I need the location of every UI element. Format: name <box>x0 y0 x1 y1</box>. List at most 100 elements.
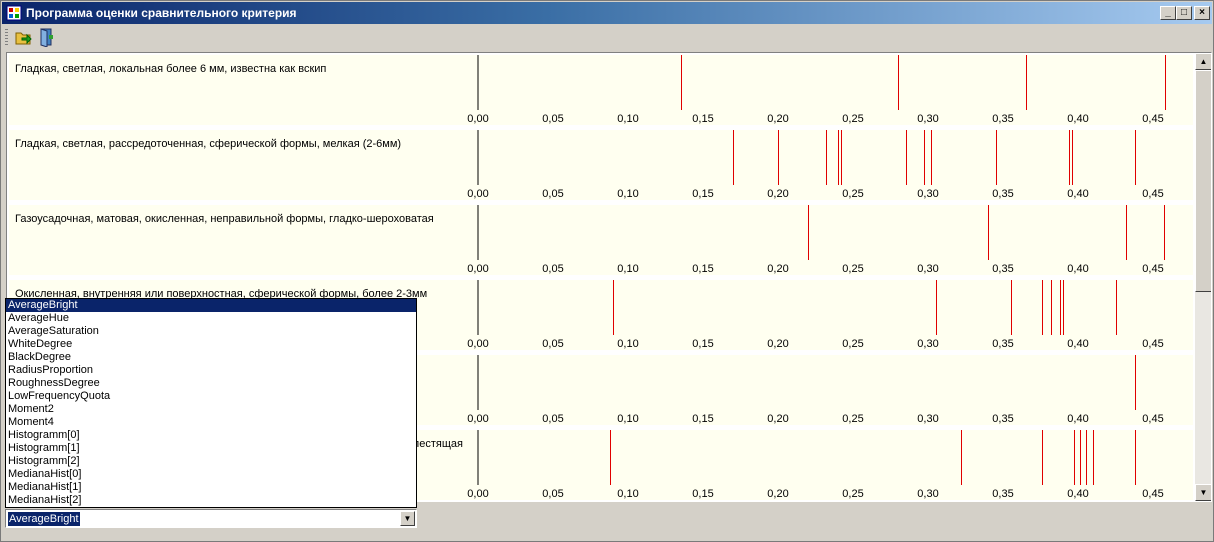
criterion-row[interactable]: Гладкая, светлая, локальная более 6 мм, … <box>9 55 1193 125</box>
axis-tick-label: 0,35 <box>992 338 1013 350</box>
axis-tick-label: 0,00 <box>467 413 488 425</box>
toolbar-grip[interactable] <box>5 29 8 45</box>
axis-tick-label: 0,30 <box>917 413 938 425</box>
axis-tick-label: 0,20 <box>767 413 788 425</box>
scroll-up-button[interactable]: ▲ <box>1195 53 1211 70</box>
feature-combobox[interactable]: AverageBright ▼ <box>5 509 417 528</box>
axis-tick-label: 0,10 <box>617 113 638 125</box>
axis-tick-label: 0,35 <box>992 413 1013 425</box>
dropdown-option[interactable]: Moment2 <box>6 403 416 416</box>
axis-tick-label: 0,40 <box>1067 338 1088 350</box>
exit-door-icon <box>40 28 53 48</box>
axis-tick-label: 0,25 <box>842 413 863 425</box>
axis-tick-label: 0,05 <box>542 188 563 200</box>
axis-tick-label: 0,20 <box>767 188 788 200</box>
dropdown-option[interactable]: MedianaHist[2] <box>6 494 416 507</box>
axis-tick-label: 0,45 <box>1142 488 1163 500</box>
combobox-dropdown-button[interactable]: ▼ <box>400 511 415 526</box>
axis-tick-label: 0,35 <box>992 488 1013 500</box>
axis-tick-label: 0,45 <box>1142 338 1163 350</box>
axis-tick-label: 0,00 <box>467 188 488 200</box>
axis-tick-label: 0,25 <box>842 263 863 275</box>
axis-tick-label: 0,40 <box>1067 413 1088 425</box>
close-button[interactable]: × <box>1194 6 1210 20</box>
dropdown-option[interactable]: AverageBright <box>6 299 416 312</box>
axis-tick-label: 0,15 <box>692 338 713 350</box>
axis-tick-label: 0,25 <box>842 338 863 350</box>
toolbar <box>2 25 1212 49</box>
axis-tick-label: 0,10 <box>617 263 638 275</box>
open-file-icon <box>15 32 32 45</box>
axis-tick-label: 0,40 <box>1067 188 1088 200</box>
axis-tick-label: 0,00 <box>467 263 488 275</box>
dropdown-option[interactable]: LowFrequencyQuota <box>6 390 416 403</box>
criterion-row[interactable]: Газоусадочная, матовая, окисленная, непр… <box>9 205 1193 275</box>
axis-tick-label: 0,45 <box>1142 413 1163 425</box>
axis-tick-label: 0,40 <box>1067 263 1088 275</box>
axis-tick-label: 0,05 <box>542 488 563 500</box>
axis-tick-label: 0,25 <box>842 188 863 200</box>
axis-tick-label: 0,20 <box>767 338 788 350</box>
main-window: Программа оценки сравнительного критерия… <box>0 0 1214 542</box>
app-icon <box>6 5 22 21</box>
axis-tick-label: 0,10 <box>617 488 638 500</box>
dropdown-option[interactable]: RadiusProportion <box>6 364 416 377</box>
title-bar[interactable]: Программа оценки сравнительного критерия… <box>2 2 1212 24</box>
axis-tick-label: 0,10 <box>617 413 638 425</box>
dropdown-option[interactable]: RoughnessDegree <box>6 377 416 390</box>
axis-tick-label: 0,05 <box>542 338 563 350</box>
axis-tick-label: 0,00 <box>467 113 488 125</box>
dropdown-option[interactable]: WhiteDegree <box>6 338 416 351</box>
minimize-button[interactable]: _ <box>1160 6 1176 20</box>
axis-tick-label: 0,30 <box>917 263 938 275</box>
dropdown-option[interactable]: Moment4 <box>6 416 416 429</box>
axis-tick-label: 0,35 <box>992 188 1013 200</box>
dropdown-option[interactable]: MedianaHist[1] <box>6 481 416 494</box>
criterion-row[interactable]: Гладкая, светлая, рассредоточенная, сфер… <box>9 130 1193 200</box>
axis-tick-label: 0,05 <box>542 413 563 425</box>
axis-tick-label: 0,30 <box>917 113 938 125</box>
dropdown-option[interactable]: Histogramm[2] <box>6 455 416 468</box>
axis-tick-label: 0,30 <box>917 338 938 350</box>
axis-tick-label: 0,35 <box>992 113 1013 125</box>
axis-tick-label: 0,00 <box>467 338 488 350</box>
axis-tick-label: 0,15 <box>692 488 713 500</box>
dropdown-option[interactable]: MedianaHist[0] <box>6 468 416 481</box>
axis-tick-label: 0,45 <box>1142 113 1163 125</box>
vertical-scrollbar[interactable]: ▲ ▼ <box>1195 53 1211 501</box>
axis-tick-label: 0,30 <box>917 488 938 500</box>
axis-tick-label: 0,45 <box>1142 263 1163 275</box>
axis-tick-label: 0,40 <box>1067 488 1088 500</box>
feature-combobox-value[interactable]: AverageBright <box>8 512 80 526</box>
axis-tick-label: 0,15 <box>692 413 713 425</box>
axis-tick-label: 0,20 <box>767 488 788 500</box>
exit-button[interactable] <box>37 27 57 48</box>
axis-tick-label: 0,00 <box>467 488 488 500</box>
axis-tick-label: 0,20 <box>767 263 788 275</box>
maximize-button[interactable]: □ <box>1176 6 1192 20</box>
dropdown-option[interactable]: Histogramm[0] <box>6 429 416 442</box>
axis-tick-label: 0,45 <box>1142 188 1163 200</box>
axis-tick-label: 0,30 <box>917 188 938 200</box>
axis-tick-label: 0,15 <box>692 263 713 275</box>
axis-tick-label: 0,25 <box>842 113 863 125</box>
open-button[interactable] <box>13 27 33 47</box>
axis-tick-label: 0,05 <box>542 113 563 125</box>
feature-dropdown-list[interactable]: AverageBright AverageHue AverageSaturation… <box>5 298 417 508</box>
axis-tick-label: 0,10 <box>617 338 638 350</box>
axis-tick-label: 0,05 <box>542 263 563 275</box>
window-title: Программа оценки сравнительного критерия <box>26 6 297 20</box>
dropdown-option[interactable]: BlackDegree <box>6 351 416 364</box>
criterion-scale: 0,00 0,05 0,10 0,15 0,20 0,25 0,30 0,35 0,40 0,45… <box>467 55 1166 125</box>
axis-tick-label: 0,20 <box>767 113 788 125</box>
dropdown-option[interactable]: AverageHue <box>6 312 416 325</box>
scroll-down-button[interactable]: ▼ <box>1195 484 1211 501</box>
axis-tick-label: 0,40 <box>1067 113 1088 125</box>
axis-tick-label: 0,25 <box>842 488 863 500</box>
criterion-scale: 0,00 0,05 0,10 0,15 0,20 0,25 0,30 0,35 0,40 0,45… <box>467 205 1165 275</box>
scroll-thumb[interactable] <box>1195 70 1211 292</box>
axis-tick-label: 0,15 <box>692 113 713 125</box>
axis-tick-label: 0,10 <box>617 188 638 200</box>
dropdown-option[interactable]: Histogramm[1] <box>6 442 416 455</box>
dropdown-option[interactable]: AverageSaturation <box>6 325 416 338</box>
